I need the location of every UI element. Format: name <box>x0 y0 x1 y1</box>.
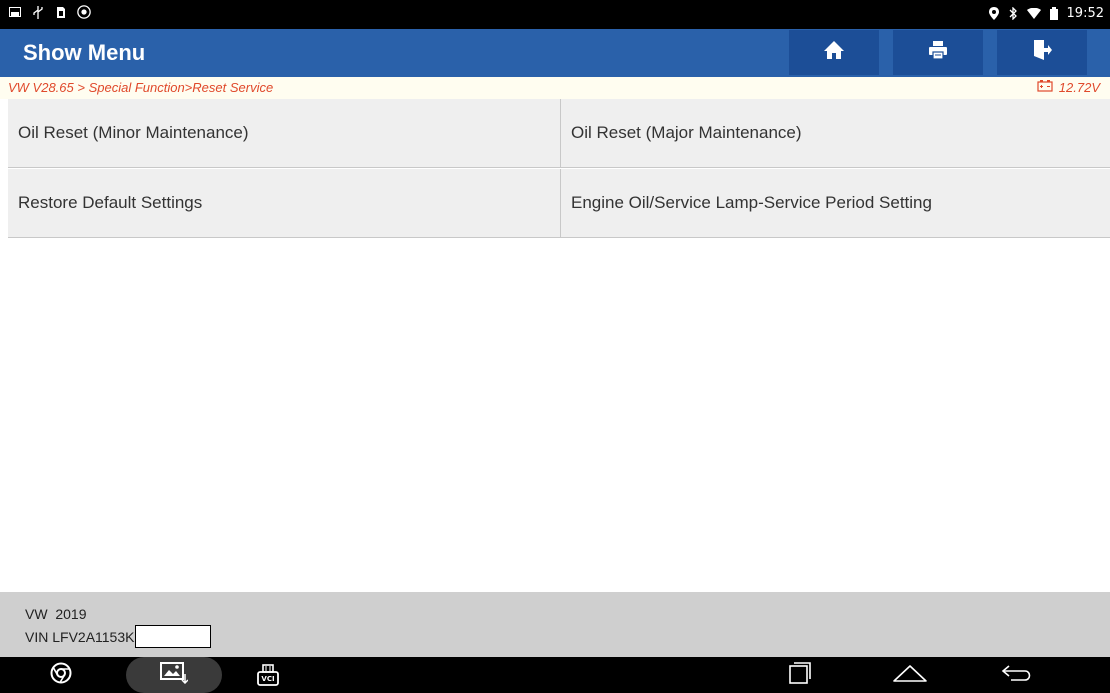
signal-circle-icon <box>77 5 91 19</box>
exit-button[interactable] <box>997 30 1087 75</box>
status-bar: 19:52 <box>0 0 1110 29</box>
system-nav-bar: VCI <box>0 657 1110 693</box>
usb-icon <box>31 5 45 19</box>
menu-item-oil-reset-major[interactable]: Oil Reset (Major Maintenance) <box>560 99 1110 168</box>
recents-button[interactable] <box>780 657 820 693</box>
breadcrumb-bar: VW V28.65 > Special Function>Reset Servi… <box>0 77 1110 99</box>
back-icon <box>1001 663 1035 688</box>
menu-item-restore-defaults[interactable]: Restore Default Settings <box>8 169 560 238</box>
vci-button[interactable]: VCI <box>248 657 288 693</box>
voltage-readout: 12.72V <box>1037 80 1100 95</box>
gallery-icon <box>160 661 189 689</box>
menu-item-label: Restore Default Settings <box>18 193 203 212</box>
home-nav-button[interactable] <box>890 657 930 693</box>
location-icon <box>987 7 1001 21</box>
exit-icon <box>1032 39 1052 66</box>
screen-icon <box>8 5 22 19</box>
page-title: Show Menu <box>23 40 146 65</box>
print-icon <box>928 40 948 65</box>
breadcrumb: VW V28.65 > Special Function>Reset Servi… <box>8 80 274 95</box>
vci-icon: VCI <box>256 663 280 687</box>
wifi-icon <box>1026 7 1041 21</box>
status-time: 19:52 <box>1066 6 1104 21</box>
vehicle-vin: VIN LFV2A1153K <box>25 625 212 648</box>
back-button[interactable] <box>998 657 1038 693</box>
menu-item-label: Oil Reset (Minor Maintenance) <box>18 123 249 142</box>
chrome-button[interactable] <box>43 657 79 693</box>
gallery-button[interactable] <box>126 657 222 693</box>
bluetooth-icon <box>1007 7 1021 21</box>
car-battery-icon <box>1037 80 1053 95</box>
menu-item-service-period-setting[interactable]: Engine Oil/Service Lamp-Service Period S… <box>560 169 1110 238</box>
battery-icon <box>1047 7 1061 21</box>
vci-label: VCI <box>261 675 275 683</box>
sim-icon <box>54 5 68 19</box>
vehicle-info-bar: VW 2019 VIN LFV2A1153K <box>0 592 1110 657</box>
menu-item-oil-reset-minor[interactable]: Oil Reset (Minor Maintenance) <box>8 99 560 168</box>
status-bar-right: 19:52 <box>987 6 1104 21</box>
chrome-icon <box>50 662 72 689</box>
print-button[interactable] <box>893 30 983 75</box>
menu-item-label: Oil Reset (Major Maintenance) <box>571 123 802 142</box>
vin-text: VIN LFV2A1153K <box>25 628 135 645</box>
home-icon <box>823 40 845 65</box>
voltage-value: 12.72V <box>1058 80 1100 95</box>
menu-item-label: Engine Oil/Service Lamp-Service Period S… <box>571 193 932 212</box>
recents-icon <box>788 661 812 689</box>
app-header: Show Menu <box>0 29 1110 77</box>
home-nav-icon <box>892 663 928 688</box>
status-bar-left <box>8 5 91 19</box>
vehicle-make-year: VW 2019 <box>25 606 87 622</box>
home-button[interactable] <box>789 30 879 75</box>
vin-redaction-box <box>135 625 212 648</box>
